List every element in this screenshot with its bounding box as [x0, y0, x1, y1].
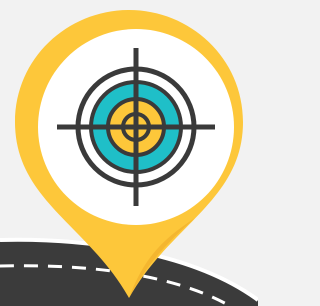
location-target-illustration — [0, 0, 258, 306]
